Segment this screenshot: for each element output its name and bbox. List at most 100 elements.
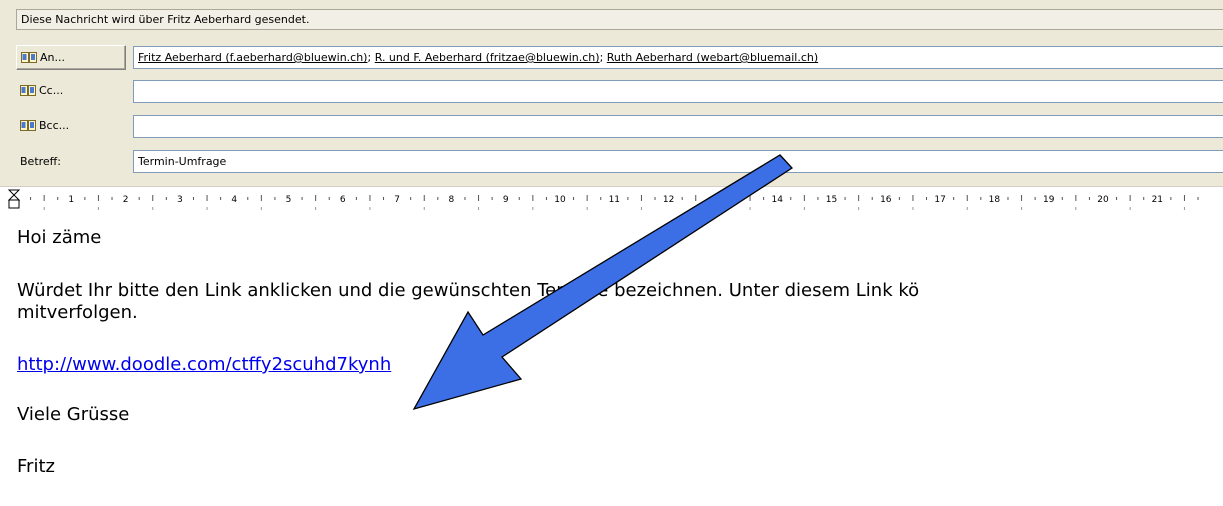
ruler-tick (478, 195, 480, 201)
ruler-number: 7 (394, 195, 400, 205)
ruler-number: 16 (880, 195, 892, 205)
ruler-number: 8 (449, 195, 455, 205)
ruler-tick (627, 197, 629, 200)
ruler-tick (30, 197, 32, 200)
subject-field[interactable]: Termin-Umfrage (133, 150, 1223, 173)
doodle-link[interactable]: http://www.doodle.com/ctffy2scuhd7kynh (17, 354, 391, 375)
ruler-number: 11 (609, 195, 620, 205)
ruler-number: 14 (771, 195, 783, 205)
bcc-field[interactable] (133, 115, 1223, 138)
ruler-tick (871, 197, 873, 200)
ruler-tick (423, 195, 425, 201)
ruler[interactable]: 1 2 3 4 5 6 7 8 9 10 11 12 13 14 15 16 17 18 19 20 21 (0, 186, 1223, 213)
ruler-number: 12 (663, 195, 674, 205)
ruler-number: 5 (286, 195, 292, 205)
ruler-tick (1170, 197, 1172, 200)
ruler-scale: 1 2 3 4 5 6 7 8 9 10 11 12 13 14 15 16 17 18 19 20 21 (7, 189, 1199, 210)
ruler-tick (260, 207, 262, 210)
ruler-tick (735, 197, 737, 200)
ruler-tick (165, 197, 167, 200)
ruler-tick (1075, 207, 1077, 210)
ruler-tick (695, 195, 697, 201)
ruler-tick (545, 197, 547, 200)
ruler-number: 19 (1043, 195, 1055, 205)
ruler-number: 3 (177, 195, 183, 205)
ruler-tick (532, 195, 534, 201)
ruler-tick (695, 207, 697, 210)
message-body[interactable]: Hoi zäme Würdet Ihr bitte den Link ankli… (0, 212, 1223, 506)
address-book-icon (20, 120, 36, 131)
cc-button[interactable]: Cc... (16, 78, 126, 103)
ruler-tick (654, 197, 656, 200)
ruler-tick (1007, 197, 1009, 200)
recipient[interactable]: Fritz Aeberhard (f.aeberhard@bluewin.ch) (138, 51, 367, 64)
to-field[interactable]: Fritz Aeberhard (f.aeberhard@bluewin.ch)… (133, 46, 1223, 69)
ruler-tick (1116, 197, 1118, 200)
ruler-number: 15 (826, 195, 837, 205)
ruler-tick (220, 197, 222, 200)
ruler-tick (803, 195, 805, 201)
ruler-tick (355, 197, 357, 200)
ruler-tick (97, 207, 99, 210)
ruler-tick (749, 207, 751, 210)
ruler-tick (858, 207, 860, 210)
ruler-tick (410, 197, 412, 200)
recipient-separator: ; (367, 51, 375, 64)
ruler-tick (980, 197, 982, 200)
ruler-tick (43, 207, 45, 210)
ruler-tick (1143, 197, 1145, 200)
ruler-tick (192, 197, 194, 200)
ruler-number: 10 (554, 195, 566, 205)
ruler-tick (912, 195, 914, 201)
ruler-tick (97, 195, 99, 201)
message-header: Diese Nachricht wird über Fritz Aeberhar… (0, 0, 1223, 186)
ruler-number: 2 (123, 195, 129, 205)
bcc-button[interactable]: Bcc... (16, 113, 126, 138)
ruler-tick (1061, 197, 1063, 200)
ruler-tick (111, 197, 113, 200)
ruler-number: 21 (1152, 195, 1163, 205)
ruler-tick (152, 207, 154, 210)
ruler-tick (43, 195, 45, 201)
ruler-tick (858, 195, 860, 201)
recipient[interactable]: R. und F. Aeberhard (fritzae@bluewin.ch) (375, 51, 600, 64)
ruler-tick (1075, 195, 1077, 201)
ruler-tick (1197, 197, 1199, 200)
ruler-tick (206, 195, 208, 201)
indent-marker-icon[interactable] (7, 189, 21, 209)
ruler-tick (1021, 207, 1023, 210)
ruler-tick (1183, 195, 1185, 201)
ruler-tick (437, 197, 439, 200)
ruler-number: 1 (68, 195, 74, 205)
ruler-tick (966, 207, 968, 210)
bcc-button-label: Bcc... (39, 119, 70, 132)
recipient[interactable]: Ruth Aeberhard (webart@bluemail.ch) (607, 51, 818, 64)
ruler-tick (586, 207, 588, 210)
ruler-number: 13 (717, 195, 728, 205)
recipient-separator: ; (599, 51, 607, 64)
ruler-number: 20 (1097, 195, 1109, 205)
ruler-number: 17 (934, 195, 945, 205)
ruler-tick (586, 195, 588, 201)
cc-field[interactable] (133, 80, 1223, 103)
greeting: Hoi zäme (17, 227, 102, 248)
ruler-tick (206, 207, 208, 210)
ruler-tick (260, 195, 262, 201)
ruler-tick (817, 197, 819, 200)
ruler-tick (274, 197, 276, 200)
ruler-tick (518, 197, 520, 200)
ruler-tick (640, 195, 642, 201)
paragraph-line: mitverfolgen. (17, 302, 138, 323)
ruler-tick (898, 197, 900, 200)
ruler-number: 4 (231, 195, 237, 205)
ruler-tick (966, 195, 968, 201)
to-button[interactable]: An... (16, 45, 126, 70)
ruler-tick (763, 197, 765, 200)
ruler-tick (464, 197, 466, 200)
signature: Fritz (17, 456, 55, 477)
ruler-tick (640, 207, 642, 210)
ruler-tick (423, 207, 425, 210)
cc-button-label: Cc... (39, 84, 64, 97)
ruler-tick (369, 195, 371, 201)
ruler-tick (749, 195, 751, 201)
